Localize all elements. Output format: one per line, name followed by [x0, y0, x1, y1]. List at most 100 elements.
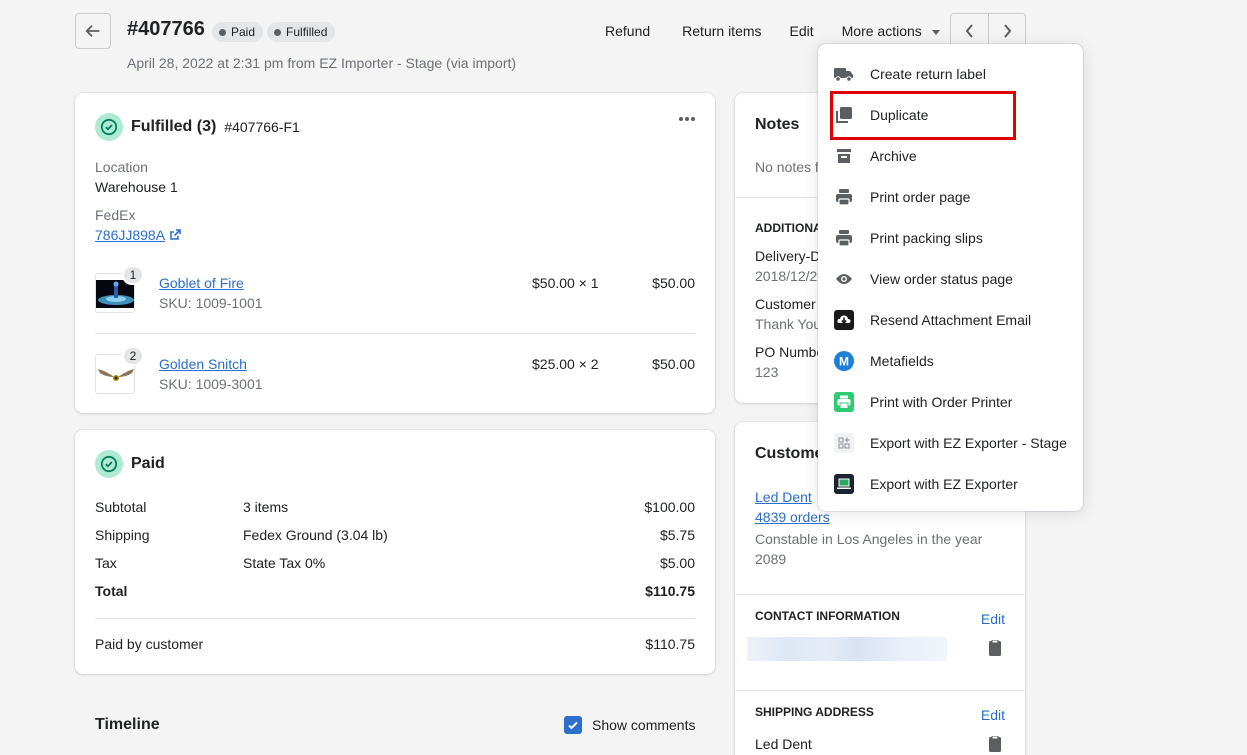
customer-orders-link[interactable]: 4839 orders	[755, 509, 830, 525]
menu-item-label: Resend Attachment Email	[870, 311, 1032, 328]
menu-item-label: Export with EZ Exporter - Stage	[870, 434, 1067, 451]
external-link-icon	[170, 229, 181, 240]
back-button[interactable]	[75, 13, 111, 49]
menu-item-create-return-label[interactable]: Create return label	[818, 53, 1083, 94]
eye-icon	[834, 269, 854, 289]
product-link[interactable]: Goblet of Fire	[159, 275, 244, 291]
svg-text:M: M	[839, 354, 849, 368]
customer-name-link[interactable]: Led Dent	[755, 489, 812, 505]
fulfillment-status-badge: Fulfilled	[267, 22, 336, 42]
print-icon	[834, 228, 854, 248]
unit-price-qty: $25.00 × 2	[532, 356, 599, 372]
check-circle-icon	[95, 113, 123, 141]
unit-price-qty: $50.00 × 1	[532, 275, 599, 291]
metafields-m-icon: M	[834, 350, 854, 371]
menu-item-metafields[interactable]: M Metafields	[818, 340, 1083, 381]
truck-icon	[834, 64, 854, 84]
dot-icon	[691, 117, 695, 121]
menu-item-view-order-status[interactable]: View order status page	[818, 258, 1083, 299]
chevron-left-icon	[965, 24, 973, 38]
next-order-button[interactable]	[988, 14, 1025, 48]
badge-label: Paid	[231, 25, 256, 39]
menu-item-duplicate[interactable]: Duplicate	[818, 94, 1083, 135]
tracking-number-link[interactable]: 786JJ898A	[95, 227, 165, 243]
menu-item-archive[interactable]: Archive	[818, 135, 1083, 176]
refund-button[interactable]: Refund	[595, 22, 660, 40]
edit-shipping-button[interactable]: Edit	[981, 707, 1005, 723]
menu-item-label: Print with Order Printer	[870, 393, 1013, 410]
menu-item-label: Print order page	[870, 188, 971, 205]
menu-item-print-packing-slips[interactable]: Print packing slips	[818, 217, 1083, 258]
product-sku: SKU: 1009-1001	[159, 295, 263, 311]
summary-row-subtotal: Subtotal 3 items $100.00	[95, 499, 695, 519]
edit-contact-button[interactable]: Edit	[981, 611, 1005, 627]
contact-information-heading: CONTACT INFORMATION	[755, 609, 900, 623]
location-value: Warehouse 1	[95, 179, 178, 195]
menu-item-print-with-order-printer[interactable]: Print with Order Printer	[818, 381, 1083, 422]
shipping-address-heading: SHIPPING ADDRESS	[755, 705, 874, 719]
paid-by-customer-row: Paid by customer $110.75	[95, 636, 695, 656]
more-actions-button[interactable]: More actions	[832, 23, 940, 39]
payment-header: Paid	[95, 450, 165, 478]
status-dot-icon	[219, 28, 226, 36]
menu-item-label: Duplicate	[870, 106, 929, 123]
menu-item-export-ez-exporter[interactable]: Export with EZ Exporter	[818, 463, 1083, 504]
header-actions: Refund Return items Edit More actions	[590, 22, 940, 40]
redacted-email	[747, 637, 947, 661]
check-circle-icon	[95, 450, 123, 478]
summary-amount: $5.75	[659, 527, 695, 543]
summary-row-tax: Tax State Tax 0% $5.00	[95, 555, 695, 575]
quantity-badge: 1	[122, 265, 144, 285]
summary-amount: $100.00	[644, 499, 695, 515]
line-item-divider	[95, 333, 695, 334]
clipboard-icon[interactable]	[989, 640, 1001, 656]
clipboard-icon[interactable]	[989, 736, 1001, 752]
show-comments-checkbox[interactable]	[564, 716, 582, 734]
summary-detail: 3 items	[243, 499, 289, 515]
line-item: 1 Goblet of Fire SKU: 1009-1001 $50.00 ×…	[95, 265, 695, 313]
summary-amount: $5.00	[659, 555, 695, 571]
print-icon	[834, 187, 854, 207]
paid-by-label: Paid by customer	[95, 636, 204, 652]
attribute-value: 123	[755, 364, 779, 380]
summary-row-total: Total $110.75	[95, 583, 695, 603]
fulfillment-more-button[interactable]	[679, 117, 695, 121]
duplicate-icon	[834, 105, 854, 125]
fulfillment-card: Fulfilled (3) #407766-F1 Location Wareho…	[75, 93, 715, 413]
status-dot-icon	[274, 28, 282, 36]
payment-card: Paid Subtotal 3 items $100.00 Shipping F…	[75, 430, 715, 674]
summary-label: Subtotal	[95, 499, 147, 515]
previous-order-button[interactable]	[951, 14, 988, 48]
status-badges: Paid Fulfilled	[212, 22, 336, 42]
fulfillment-title: Fulfilled (3)	[131, 118, 217, 135]
dot-icon	[679, 117, 683, 121]
product-link[interactable]: Golden Snitch	[159, 356, 247, 372]
menu-item-label: Metafields	[870, 352, 934, 369]
summary-detail: State Tax 0%	[243, 555, 326, 571]
chevron-right-icon	[1004, 24, 1012, 38]
caret-down-icon	[931, 29, 940, 35]
menu-item-resend-attachment-email[interactable]: Resend Attachment Email	[818, 299, 1083, 340]
menu-item-label: Export with EZ Exporter	[870, 475, 1018, 492]
summary-label: Tax	[95, 555, 117, 571]
line-total: $50.00	[652, 275, 695, 291]
return-items-button[interactable]: Return items	[672, 22, 771, 40]
product-sku: SKU: 1009-3001	[159, 376, 263, 392]
show-comments-label: Show comments	[592, 717, 696, 733]
archive-icon	[834, 146, 854, 166]
section-divider	[735, 594, 1025, 595]
more-actions-menu: Create return label Duplicate Archive Pr…	[818, 44, 1083, 511]
app-grid-icon	[834, 432, 854, 453]
dot-icon	[685, 117, 689, 121]
badge-label: Fulfilled	[286, 25, 328, 39]
menu-item-print-order-page[interactable]: Print order page	[818, 176, 1083, 217]
section-divider	[735, 690, 1025, 691]
laptop-icon	[834, 473, 854, 494]
edit-button[interactable]: Edit	[780, 22, 824, 40]
arrow-left-icon	[85, 24, 100, 38]
payment-status-badge: Paid	[212, 22, 264, 42]
more-actions-label: More actions	[841, 23, 922, 39]
summary-row-shipping: Shipping Fedex Ground (3.04 lb) $5.75	[95, 527, 695, 547]
show-comments-toggle[interactable]: Show comments	[564, 716, 695, 734]
menu-item-export-ez-exporter-stage[interactable]: Export with EZ Exporter - Stage	[818, 422, 1083, 463]
